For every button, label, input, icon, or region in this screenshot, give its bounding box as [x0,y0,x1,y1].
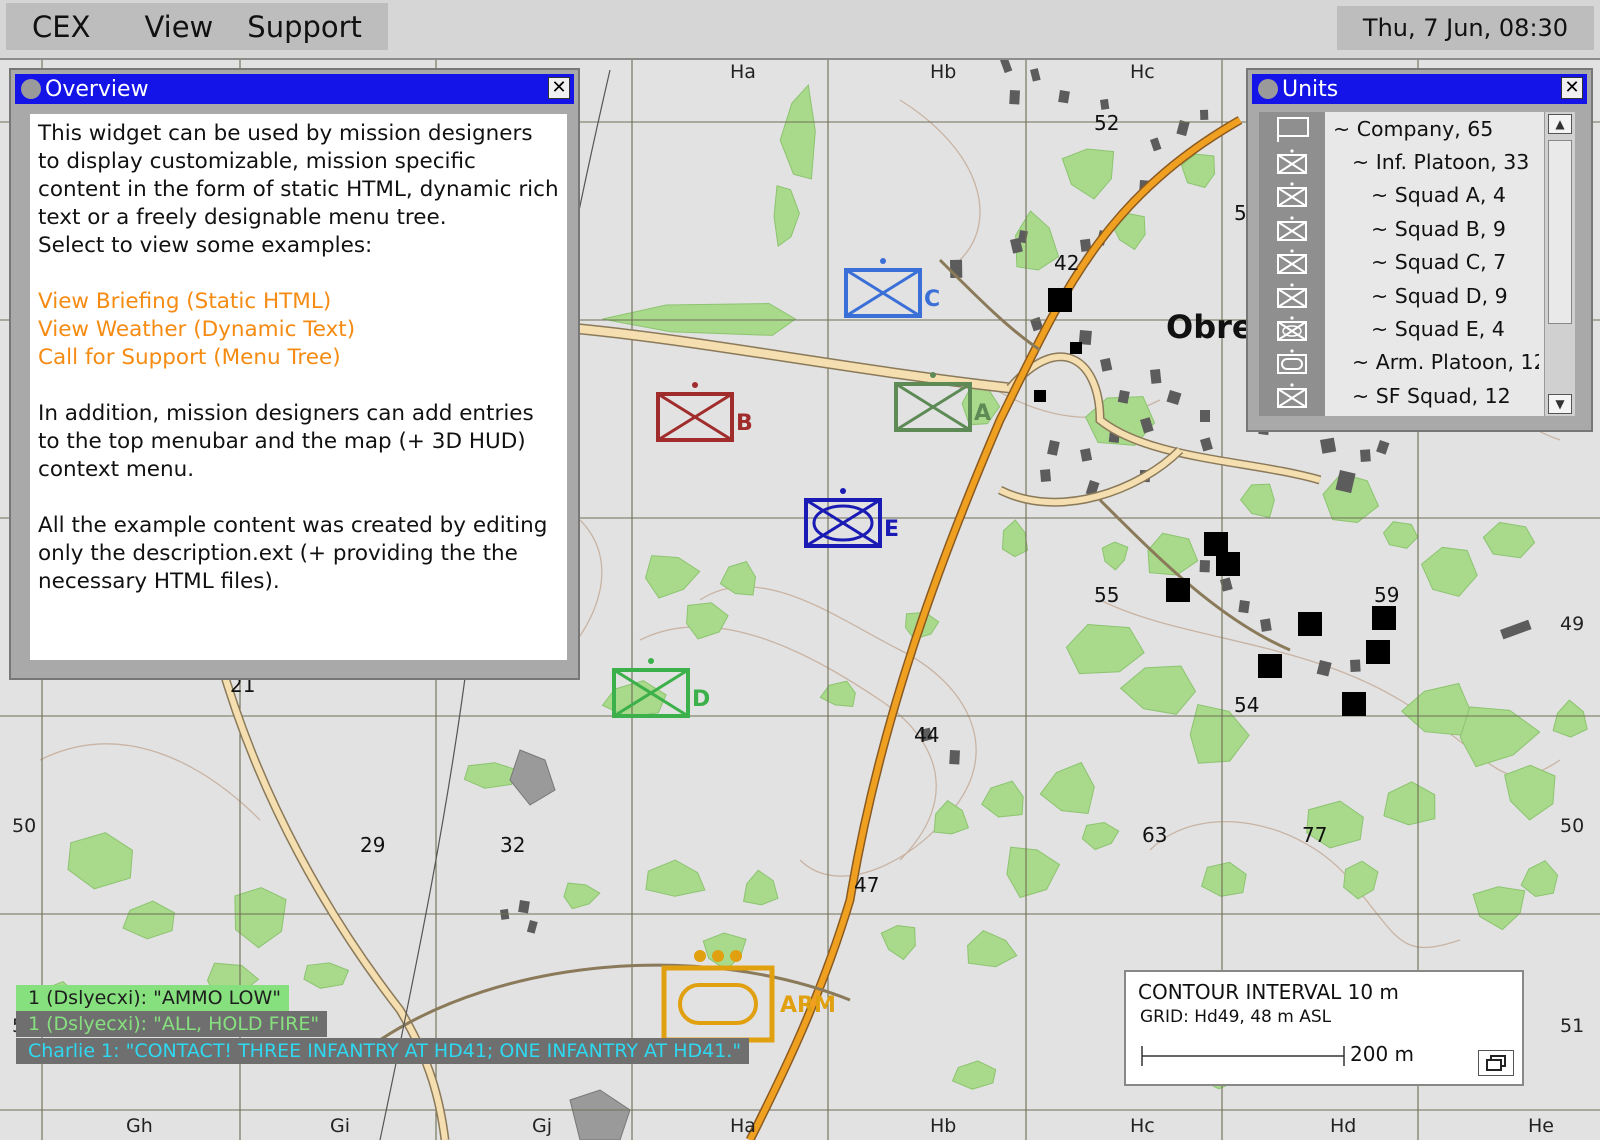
grid-label: Hd [1330,1115,1356,1137]
infantry-icon [1259,145,1325,178]
link-view-briefing[interactable]: View Briefing (Static HTML) [38,288,559,316]
overview-intro: This widget can be used by mission desig… [38,121,559,230]
unit-label: ARM [780,993,836,1018]
unit-tree-label: ~ Company, 65 [1333,116,1494,141]
unit-tree-item[interactable]: ~ Squad E, 4 [1259,312,1539,345]
overview-para2: In addition, mission designers can add e… [38,401,534,482]
unit-tree-label: ~ Arm. Platoon, 12 [1352,350,1539,375]
unit-tree-item[interactable]: ~ SF Squad, 12 [1259,379,1539,412]
scale-label: 200 m [1350,1042,1415,1066]
grid-label: 51 [1560,1015,1584,1037]
menu-cex[interactable]: CEX [6,10,104,44]
window-state-icon[interactable] [21,79,41,99]
overview-select: Select to view some examples: [38,233,373,258]
top-menubar: CEX View Support [6,3,388,50]
close-icon[interactable]: ✕ [548,77,570,99]
height-label: 42 [1054,251,1079,275]
window-title: Overview [45,76,149,102]
grid-label: 50 [1560,815,1584,837]
link-call-support[interactable]: Call for Support (Menu Tree) [38,344,559,372]
height-label: 52 [1094,111,1119,135]
grid-info: GRID: Hd49, 48 m ASL [1140,1007,1332,1027]
grid-label: Hb [930,1115,956,1137]
grid-label: 49 [1560,613,1584,635]
unit-tree-label: ~ Squad D, 9 [1371,283,1508,308]
grid-label: Gi [330,1115,350,1137]
unit-tree-item[interactable]: ~ Company, 65 [1259,112,1539,145]
unit-tree-label: ~ Squad B, 9 [1371,216,1506,241]
unit-tree-item[interactable]: ~ Squad B, 9 [1259,212,1539,245]
unit-tree-item[interactable]: ~ Arm. Platoon, 12 [1259,346,1539,379]
infantry-icon [1259,212,1325,245]
infantry-icon [1259,379,1325,412]
unit-label: D [692,687,710,712]
grid-label: Hb [930,61,956,83]
unit-label: A [974,401,991,426]
grid-label: Ha [730,1115,756,1137]
flag-icon [1259,112,1325,145]
unit-label: C [924,287,940,312]
unit-tree-label: ~ Squad E, 4 [1371,316,1505,341]
map-legend: CONTOUR INTERVAL 10 m GRID: Hd49, 48 m A… [1124,970,1524,1086]
contour-interval: CONTOUR INTERVAL 10 m [1138,980,1399,1004]
grid-label: Ha [730,61,756,83]
height-label: 59 [1374,583,1399,607]
date-time-display: Thu, 7 Jun, 08:30 [1337,6,1594,50]
unit-tree-item[interactable]: ~ Inf. Platoon, 33 [1259,145,1539,178]
unit-tree-label: ~ Inf. Platoon, 33 [1352,149,1530,174]
grid-label: He [1528,1115,1554,1137]
chat-message: 1 (Dslyecxi): "ALL, HOLD FIRE" [16,1011,328,1037]
unit-tree-label: ~ SF Squad, 12 [1352,383,1511,408]
height-label: 32 [500,833,525,857]
scroll-down-icon[interactable]: ▼ [1548,394,1572,414]
overview-para3: All the example content was created by e… [38,513,548,594]
overview-window[interactable]: Overview ✕ This widget can be used by mi… [9,68,580,680]
unit-label: E [884,517,899,542]
menu-view[interactable]: View [104,10,227,44]
height-label: 54 [1234,693,1259,717]
scroll-thumb[interactable] [1548,140,1572,324]
link-view-weather[interactable]: View Weather (Dynamic Text) [38,316,559,344]
infantry-icon [1259,279,1325,312]
town-label: Obre [1166,308,1254,346]
grid-label: Gh [126,1115,153,1137]
unit-tree-label: ~ Squad A, 4 [1371,183,1506,208]
unit-tree-label: ~ Squad C, 7 [1371,250,1507,275]
units-tree[interactable]: ~ Company, 65 ~ Inf. Platoon, 33 ~ Squad A… [1259,112,1575,416]
grid-label: 50 [12,815,36,837]
grid-label: Gj [532,1115,552,1137]
menu-support[interactable]: Support [227,10,376,44]
scroll-up-icon[interactable]: ▲ [1548,114,1572,134]
units-scrollbar[interactable]: ▲ ▼ [1544,112,1575,416]
height-label: 77 [1302,823,1327,847]
window-state-icon[interactable] [1258,79,1278,99]
height-label: 63 [1142,823,1167,847]
units-titlebar[interactable]: Units ✕ [1252,74,1587,104]
units-window[interactable]: Units ✕ ~ Company, 65 ~ Inf. Platoon, 33 ~… [1246,68,1593,432]
close-icon[interactable]: ✕ [1561,77,1583,99]
height-label: 5 [1234,201,1247,225]
unit-tree-item[interactable]: ~ Squad C, 7 [1259,246,1539,279]
chat-message: Charlie 1: "CONTACT! THREE INFANTRY AT H… [16,1038,750,1064]
unit-tree-item[interactable]: ~ Squad A, 4 [1259,179,1539,212]
restore-icon[interactable] [1478,1050,1514,1076]
window-title: Units [1282,76,1339,102]
infantry-icon [1259,246,1325,279]
grid-label: Hc [1130,61,1155,83]
overview-titlebar[interactable]: Overview ✕ [15,74,574,104]
height-label: 29 [360,833,385,857]
infantry-icon [1259,179,1325,212]
unit-label: B [736,411,753,436]
chat-message: 1 (Dslyecxi): "AMMO LOW" [16,985,290,1011]
grid-label: Hc [1130,1115,1155,1137]
armor-icon [1259,346,1325,379]
overview-content: This widget can be used by mission desig… [30,114,567,660]
height-label: 55 [1094,583,1119,607]
unit-tree-item[interactable]: ~ Squad D, 9 [1259,279,1539,312]
recon-icon [1259,312,1325,345]
height-label: 47 [854,873,879,897]
scale-bar [1141,1046,1345,1066]
height-label: 44 [914,723,939,747]
